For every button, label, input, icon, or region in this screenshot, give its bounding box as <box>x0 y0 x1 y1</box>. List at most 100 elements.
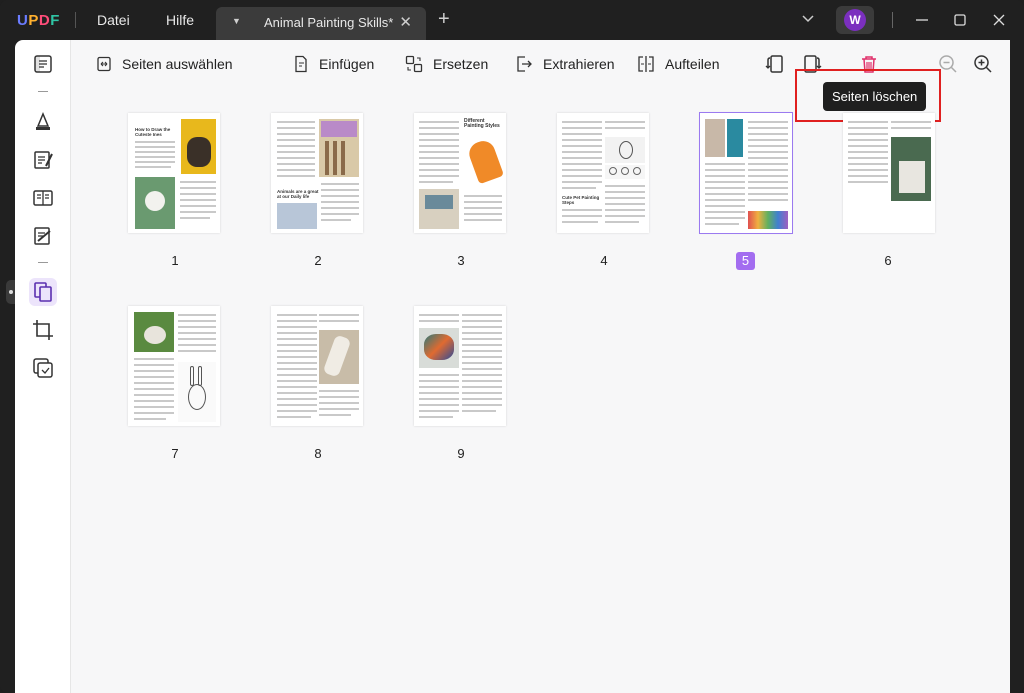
text-line <box>705 217 745 219</box>
divider <box>892 12 893 28</box>
text-line <box>419 181 453 183</box>
text-line <box>134 358 174 360</box>
replace-button[interactable]: Ersetzen <box>405 54 488 74</box>
text-line <box>277 169 315 171</box>
add-tab-icon[interactable]: + <box>438 9 450 29</box>
organize-pages-icon[interactable] <box>31 280 55 304</box>
document-tab[interactable]: ▼ Animal Painting Skills* ✕ <box>216 7 426 40</box>
highlighter-icon[interactable] <box>31 110 55 134</box>
close-tab-icon[interactable]: ✕ <box>399 13 412 31</box>
insert-button[interactable]: Einfügen <box>293 54 374 74</box>
thumbnail-image <box>319 330 359 384</box>
crop-icon[interactable] <box>31 318 55 342</box>
text-line <box>562 221 598 223</box>
logo-letter: D <box>38 12 51 29</box>
thumbnail-image <box>135 177 175 229</box>
text-line <box>135 166 171 168</box>
page-thumbnail[interactable]: How to Draw the Cuteste Ines <box>128 113 220 233</box>
reader-icon[interactable] <box>31 52 55 76</box>
page-thumbnail[interactable] <box>128 306 220 426</box>
replace-label: Ersetzen <box>433 56 489 72</box>
chevron-down-icon[interactable] <box>800 11 816 27</box>
text-line <box>135 141 175 143</box>
insert-label: Einfügen <box>319 56 375 72</box>
thumbnail-image <box>891 137 931 201</box>
text-line <box>419 386 459 388</box>
page-thumbnail[interactable]: Different Painting Styles <box>414 113 506 233</box>
thumbnail-image <box>277 203 317 229</box>
minimize-icon[interactable] <box>912 10 932 30</box>
text-line <box>277 133 315 135</box>
text-line <box>748 199 788 201</box>
text-line <box>419 157 459 159</box>
text-line <box>848 145 888 147</box>
text-line <box>462 356 502 358</box>
thumbnail-image <box>605 165 645 179</box>
text-line <box>462 326 502 328</box>
page-thumbnail[interactable]: Animals are a great at our Daily life <box>271 113 363 233</box>
select-pages-button[interactable]: Seiten auswählen <box>96 54 233 74</box>
text-line <box>319 396 359 398</box>
thumb-heading: How to Draw the Cuteste Ines <box>135 127 171 137</box>
split-button[interactable]: Aufteilen <box>637 54 719 74</box>
text-line <box>134 400 174 402</box>
page-thumbnail-selected[interactable] <box>699 112 793 234</box>
text-line <box>321 207 359 209</box>
text-line <box>277 314 317 316</box>
text-line <box>419 380 459 382</box>
tab-dropdown-icon[interactable]: ▼ <box>232 16 241 26</box>
form-icon[interactable] <box>31 186 55 210</box>
text-line <box>462 398 502 400</box>
text-line <box>705 169 745 171</box>
text-line <box>562 215 602 217</box>
text-line <box>462 320 502 322</box>
text-line <box>562 127 602 129</box>
page-number: 6 <box>884 253 892 268</box>
maximize-icon[interactable] <box>950 10 970 30</box>
text-line <box>462 314 502 316</box>
page-thumbnail[interactable] <box>414 306 506 426</box>
text-line <box>277 127 315 129</box>
text-line <box>848 139 888 141</box>
zoom-in-icon[interactable] <box>971 52 995 76</box>
text-line <box>748 133 788 135</box>
text-line <box>134 364 174 366</box>
updf-logo: UPDF <box>17 12 60 29</box>
rotate-left-icon[interactable] <box>762 52 786 76</box>
text-line <box>134 418 166 420</box>
text-line <box>605 185 645 187</box>
extract-button[interactable]: Extrahieren <box>515 54 615 74</box>
text-line <box>277 338 317 340</box>
avatar: W <box>844 9 866 31</box>
text-line <box>178 320 216 322</box>
page-thumbnail[interactable] <box>271 306 363 426</box>
text-line <box>419 175 459 177</box>
app-window: UPDF Datei Hilfe ▼ Animal Painting Skill… <box>0 0 1024 693</box>
page-thumbnail[interactable] <box>843 113 935 233</box>
edit-text-icon[interactable] <box>31 148 55 172</box>
text-line <box>464 201 502 203</box>
sign-icon[interactable] <box>31 224 55 248</box>
menu-help[interactable]: Hilfe <box>166 12 194 28</box>
page-number-selected: 5 <box>736 252 755 270</box>
close-window-icon[interactable] <box>989 10 1009 30</box>
text-line <box>705 187 745 189</box>
watermark-icon[interactable] <box>31 356 55 380</box>
text-line <box>134 412 174 414</box>
text-line <box>891 127 931 129</box>
text-line <box>277 392 317 394</box>
text-line <box>464 207 502 209</box>
text-line <box>705 193 745 195</box>
text-line <box>748 139 788 141</box>
thumbnail-image <box>705 119 725 157</box>
text-line <box>748 169 788 171</box>
page-thumbnail[interactable]: Cute Pet Painting Steps <box>557 113 649 233</box>
divider <box>38 91 48 92</box>
user-avatar-button[interactable]: W <box>836 6 874 34</box>
text-line <box>277 326 317 328</box>
menu-file[interactable]: Datei <box>97 12 130 28</box>
text-line <box>277 121 315 123</box>
text-line <box>321 189 359 191</box>
text-line <box>419 151 459 153</box>
text-line <box>178 350 216 352</box>
